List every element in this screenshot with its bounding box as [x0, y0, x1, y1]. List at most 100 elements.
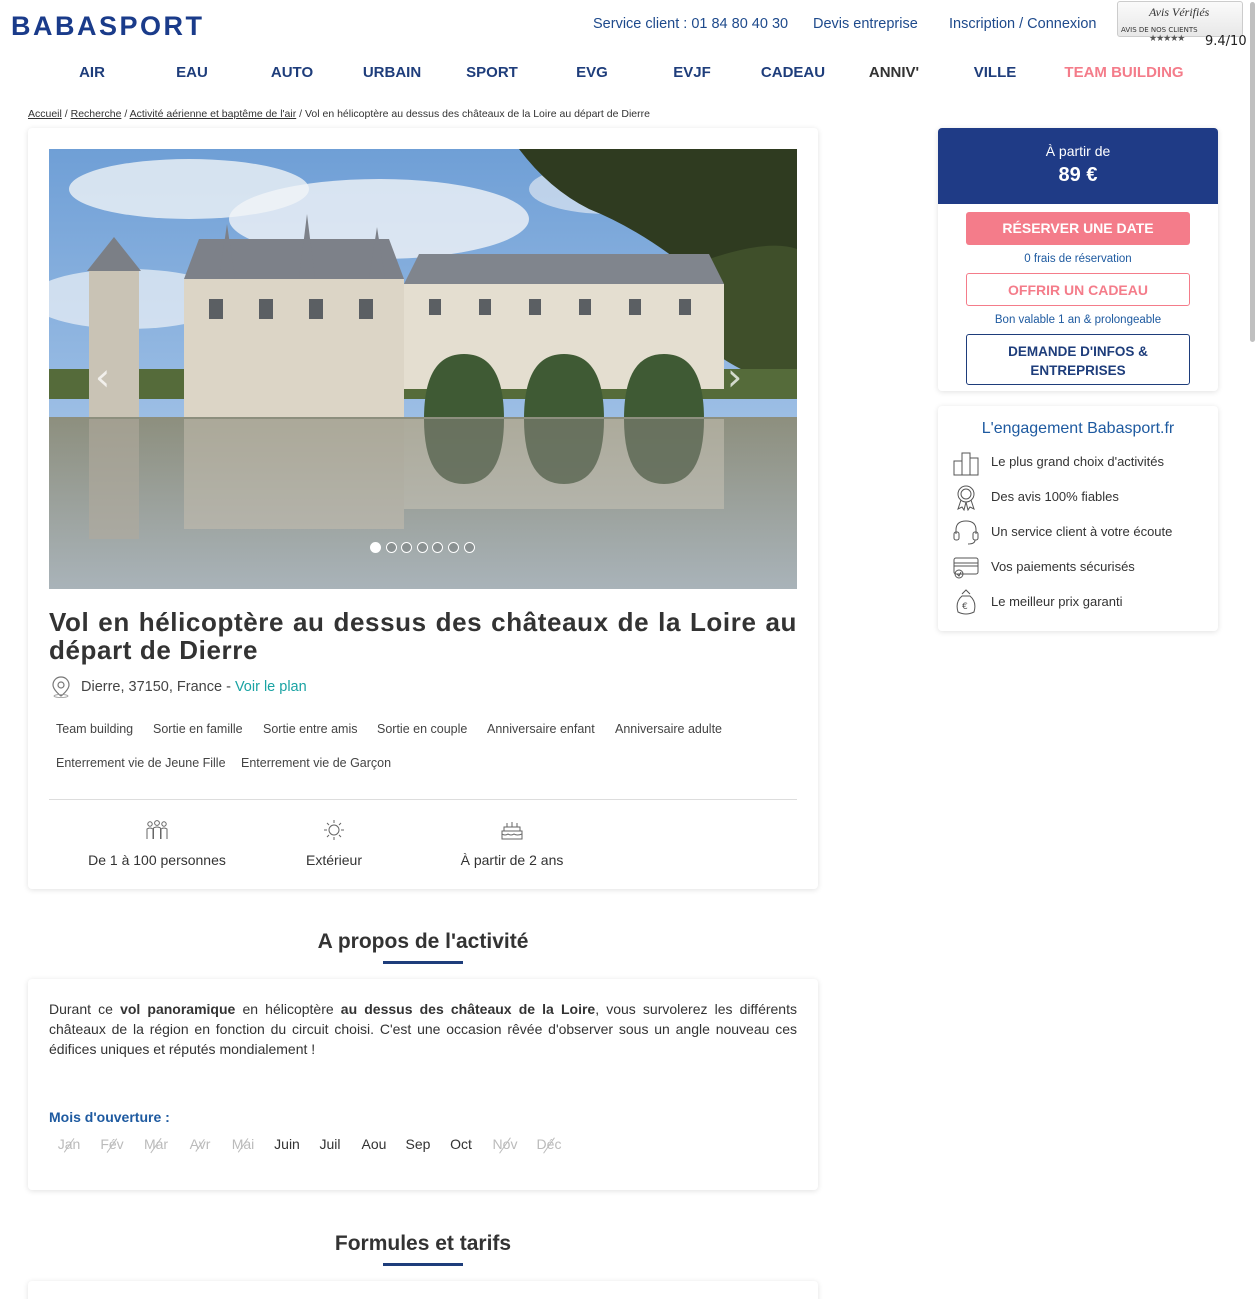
month-juil: Juil: [319, 1136, 341, 1152]
engagement-payment: Vos paiements sécurisés: [991, 559, 1135, 574]
tag-anniversaire-adulte[interactable]: Anniversaire adulte: [615, 722, 722, 736]
month-jan: Jan: [57, 1136, 81, 1152]
chevron-left-icon[interactable]: ‹: [95, 355, 110, 399]
price-value: 89 €: [1058, 164, 1098, 186]
group-icon: [146, 820, 168, 839]
about-description: Durant ce vol panoramique en hélicoptère…: [49, 999, 797, 1059]
breadcrumb-recherche[interactable]: Recherche: [71, 108, 122, 120]
podium-icon: [953, 452, 979, 476]
devis-entreprise-link[interactable]: Devis entreprise: [813, 16, 918, 32]
breadcrumb-current: Vol en hélicoptère au dessus des château…: [304, 108, 650, 120]
month-avr: Avr: [189, 1136, 211, 1152]
login-link[interactable]: Inscription / Connexion: [949, 16, 1097, 32]
avis-verifies-badge[interactable]: Avis Vérifiés AVIS DE NOS CLIENTS ★★★★★ …: [1117, 1, 1247, 49]
gallery-dot[interactable]: [464, 542, 475, 553]
desc-bold: au dessus des châteaux de la Loire: [340, 1001, 596, 1017]
nav-air[interactable]: AIR: [79, 64, 105, 81]
gallery-dot[interactable]: [370, 542, 381, 553]
month-mai: Mai: [231, 1136, 255, 1152]
location-address: Dierre, 37150, France -: [81, 679, 235, 695]
tag-sortie-couple[interactable]: Sortie en couple: [377, 722, 467, 736]
gallery-dot[interactable]: [386, 542, 397, 553]
desc-text: Durant ce: [49, 1001, 121, 1017]
main-nav: AIR EAU AUTO URBAIN SPORT EVG EVJF CADEA…: [0, 60, 1258, 84]
nav-urbain[interactable]: URBAIN: [363, 64, 421, 81]
desc-text: en hélicoptère: [235, 1001, 341, 1017]
breadcrumb-category[interactable]: Activité aérienne et baptême de l'air: [130, 108, 297, 120]
nav-cadeau[interactable]: CADEAU: [761, 64, 825, 81]
tag-sortie-amis[interactable]: Sortie entre amis: [263, 722, 357, 736]
price-from-label: À partir de: [1045, 143, 1111, 159]
nav-team-building[interactable]: TEAM BUILDING: [1064, 64, 1183, 81]
feature-group-size: De 1 à 100 personnes: [88, 852, 226, 868]
engagement-title: L'engagement Babasport.fr: [981, 420, 1175, 437]
nav-auto[interactable]: AUTO: [271, 64, 313, 81]
feature-age: À partir de 2 ans: [460, 852, 564, 868]
activity-photo[interactable]: [49, 149, 797, 589]
tag-evg[interactable]: Enterrement vie de Garçon: [241, 756, 391, 770]
nav-evg[interactable]: EVG: [576, 64, 608, 81]
reserve-note: 0 frais de réservation: [1024, 253, 1132, 265]
offer-gift-button[interactable]: OFFRIR UN CADEAU: [966, 273, 1190, 306]
nav-evjf[interactable]: EVJF: [673, 64, 711, 81]
about-heading: A propos de l'activité: [317, 930, 529, 953]
avis-title: Avis Vérifiés: [1149, 5, 1210, 19]
tag-anniversaire-enfant[interactable]: Anniversaire enfant: [487, 722, 595, 736]
month-oct: Oct: [450, 1136, 472, 1152]
engagement-price: Le meilleur prix garanti: [991, 594, 1123, 609]
engagement-reviews: Des avis 100% fiables: [991, 489, 1119, 504]
nav-sport[interactable]: SPORT: [466, 64, 518, 81]
nav-eau[interactable]: EAU: [176, 64, 208, 81]
breadcrumb-separator: /: [121, 108, 130, 120]
gallery-dot[interactable]: [401, 542, 412, 553]
star-rating-icon: ★★★★★: [1149, 34, 1185, 44]
month-aou: Aou: [361, 1136, 387, 1152]
info-request-button[interactable]: DEMANDE D'INFOS & ENTREPRISES: [966, 334, 1190, 385]
tag-team-building[interactable]: Team building: [56, 722, 133, 736]
reserve-date-button[interactable]: RÉSERVER UNE DATE: [966, 212, 1190, 245]
award-icon: [957, 485, 975, 511]
activity-title: Vol en hélicoptère au dessus des château…: [49, 607, 797, 665]
site-header: BABASPORT Service client : 01 84 80 40 3…: [0, 0, 1258, 50]
months-label: Mois d'ouverture :: [49, 1109, 170, 1125]
heading-underline: [383, 1263, 463, 1266]
svg-text:€: €: [962, 602, 968, 612]
chevron-right-icon[interactable]: ›: [727, 355, 742, 399]
babasport-logo[interactable]: BABASPORT: [11, 11, 205, 42]
month-dec: Déc: [536, 1136, 562, 1152]
location-pin-icon: [52, 676, 70, 698]
avis-subtitle: AVIS DE NOS CLIENTS: [1121, 26, 1198, 34]
service-client-link[interactable]: Service client : 01 84 80 40 30: [593, 16, 788, 32]
gallery-dot[interactable]: [417, 542, 428, 553]
month-fev: Fév: [100, 1136, 124, 1152]
feature-exterieur: Extérieur: [305, 852, 363, 868]
nav-ville[interactable]: VILLE: [974, 64, 1017, 81]
avis-score: 9.4/10: [1205, 34, 1247, 49]
month-juin: Juin: [274, 1136, 300, 1152]
sun-icon: [324, 820, 344, 840]
tag-sortie-famille[interactable]: Sortie en famille: [153, 722, 243, 736]
formules-heading: Formules et tarifs: [334, 1232, 512, 1255]
headset-icon: [953, 520, 979, 545]
month-sep: Sep: [405, 1136, 431, 1152]
gallery-dot[interactable]: [448, 542, 459, 553]
money-bag-icon: €: [956, 589, 976, 615]
credit-card-icon: [953, 557, 979, 579]
month-mar: Mar: [143, 1136, 169, 1152]
engagement-service: Un service client à votre écoute: [991, 524, 1173, 539]
month-nov: Nov: [492, 1136, 518, 1152]
gift-note: Bon valable 1 an & prolongeable: [994, 314, 1162, 326]
breadcrumb-accueil[interactable]: Accueil: [28, 108, 62, 120]
tag-evjf[interactable]: Enterrement vie de Jeune Fille: [56, 756, 226, 770]
location-text: Dierre, 37150, France - Voir le plan: [81, 679, 307, 695]
nav-anniv[interactable]: ANNIV': [869, 64, 919, 81]
divider: [49, 799, 797, 800]
scrollbar-thumb[interactable]: [1250, 2, 1255, 342]
price-header: À partir de 89 €: [938, 128, 1218, 204]
breadcrumb-separator: /: [296, 108, 305, 120]
engagement-choice: Le plus grand choix d'activités: [991, 454, 1165, 469]
chateau-photo: [49, 149, 797, 589]
desc-bold: vol panoramique: [120, 1001, 236, 1017]
voir-le-plan-link[interactable]: Voir le plan: [235, 679, 307, 695]
gallery-dot[interactable]: [432, 542, 443, 553]
